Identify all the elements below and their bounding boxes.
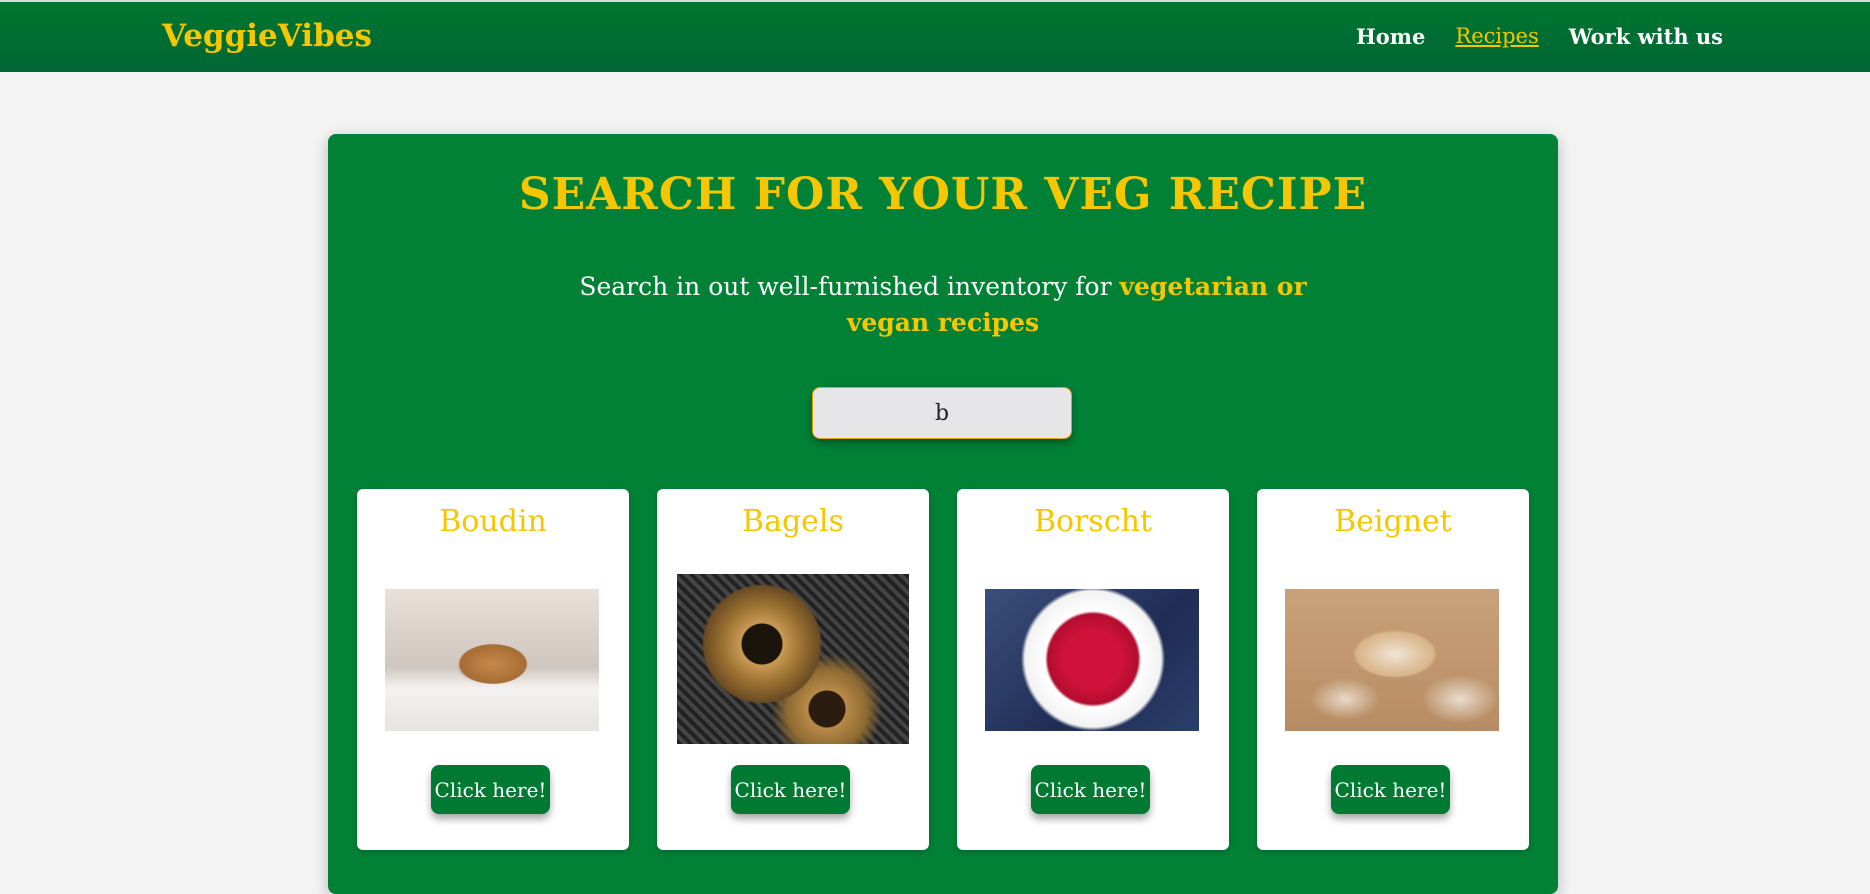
recipe-open-button[interactable]: Click here!	[731, 765, 850, 814]
recipe-image-beignet	[1285, 589, 1499, 731]
main-nav: Home Recipes Work with us	[1356, 24, 1723, 49]
recipe-search-input[interactable]	[812, 387, 1072, 439]
recipe-card-borscht: Borscht Click here!	[957, 489, 1229, 850]
recipe-open-button[interactable]: Click here!	[431, 765, 550, 814]
brand-logo[interactable]: VeggieVibes	[162, 18, 372, 54]
top-navbar: VeggieVibes Home Recipes Work with us	[0, 0, 1870, 72]
nav-home-link[interactable]: Home	[1356, 24, 1425, 49]
recipe-card-title: Bagels	[742, 504, 844, 539]
panel-subtitle: Search in out well-furnished inventory f…	[558, 269, 1328, 341]
recipe-card-title: Borscht	[1033, 504, 1153, 539]
recipe-open-button[interactable]: Click here!	[1031, 765, 1150, 814]
nav-work-with-us-link[interactable]: Work with us	[1569, 24, 1723, 49]
recipe-image-borscht	[985, 589, 1199, 731]
recipe-card-boudin: Boudin Click here!	[357, 489, 629, 850]
page-title: SEARCH FOR YOUR VEG RECIPE	[518, 169, 1368, 220]
recipe-image-boudin	[385, 589, 599, 731]
recipe-card-title: Boudin	[439, 504, 547, 539]
recipe-card-bagels: Bagels Click here!	[657, 489, 929, 850]
recipe-open-button[interactable]: Click here!	[1331, 765, 1450, 814]
subtitle-text: Search in out well-furnished inventory f…	[579, 272, 1120, 301]
recipe-card-title: Beignet	[1334, 504, 1452, 539]
recipe-card-beignet: Beignet Click here!	[1257, 489, 1529, 850]
recipe-image-bagels	[677, 574, 909, 744]
nav-recipes-link[interactable]: Recipes	[1455, 24, 1538, 49]
search-panel: SEARCH FOR YOUR VEG RECIPE Search in out…	[328, 134, 1558, 894]
